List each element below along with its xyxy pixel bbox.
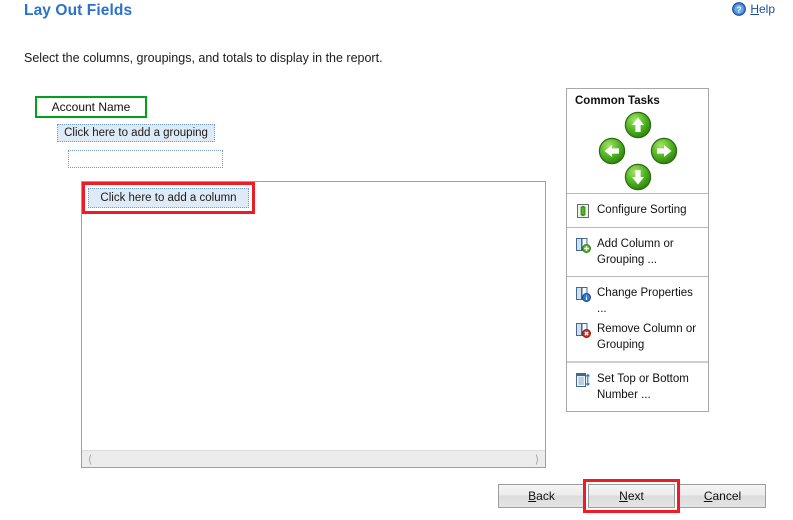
next-rest: ext	[627, 489, 644, 503]
next-button-label: Next	[619, 489, 644, 503]
report-canvas-body[interactable]	[82, 182, 545, 450]
empty-grouping-row[interactable]	[68, 150, 223, 168]
wizard-footer: Back Next Cancel	[0, 474, 793, 520]
next-button[interactable]: Next	[588, 484, 675, 508]
report-layout-designer: ⟨ ⟩ Account Name Click here to add a gro…	[0, 88, 560, 478]
back-button-label: Back	[528, 489, 555, 503]
account-name-highlight-box: Account Name	[35, 96, 147, 118]
move-right-button[interactable]	[650, 137, 678, 165]
add-column-icon	[575, 237, 591, 253]
change-properties-label: Change Properties ...	[597, 287, 693, 315]
help-link-label: Help	[750, 2, 775, 16]
sort-icon	[575, 203, 591, 219]
common-tasks-group-sorting: Configure Sorting	[567, 193, 708, 227]
move-up-button[interactable]	[624, 111, 652, 139]
help-link[interactable]: ? Help	[732, 2, 775, 16]
cancel-button-label: Cancel	[704, 489, 741, 503]
svg-text:i: i	[586, 295, 588, 302]
common-tasks-group-topbottom: Set Top or Bottom Number ...	[567, 361, 708, 411]
move-direction-pad	[567, 109, 708, 193]
add-column-or-grouping-task[interactable]: Add Column or Grouping ...	[573, 234, 702, 270]
cancel-rest: ancel	[712, 489, 742, 503]
add-grouping-placeholder[interactable]: Click here to add a grouping	[57, 124, 215, 142]
svg-text:?: ?	[737, 4, 742, 14]
remove-column-icon	[575, 322, 591, 338]
common-tasks-header: Common Tasks	[575, 95, 660, 107]
help-accel: H	[750, 2, 759, 16]
back-accel: B	[528, 489, 537, 503]
chevron-left-icon[interactable]: ⟨	[82, 451, 98, 467]
add-column-or-grouping-label: Add Column or Grouping ...	[597, 238, 674, 266]
remove-column-or-grouping-label: Remove Column or Grouping	[597, 323, 697, 351]
change-properties-task[interactable]: i Change Properties ...	[573, 283, 702, 319]
next-accel: N	[619, 489, 628, 503]
add-column-highlight-box: Click here to add a column	[82, 182, 255, 214]
cancel-button[interactable]: Cancel	[679, 484, 766, 508]
common-tasks-group-add: Add Column or Grouping ...	[567, 227, 708, 276]
back-button[interactable]: Back	[498, 484, 585, 508]
horizontal-scrollbar[interactable]: ⟨ ⟩	[82, 450, 545, 467]
move-left-button[interactable]	[598, 137, 626, 165]
back-rest: ack	[536, 489, 555, 503]
common-tasks-group-modify: i Change Properties ... Remove Column or…	[567, 276, 708, 361]
configure-sorting-label: Configure Sorting	[597, 204, 687, 216]
top-bottom-icon	[575, 372, 591, 388]
page-title: Lay Out Fields	[24, 2, 133, 19]
help-rest: elp	[758, 2, 775, 16]
add-column-placeholder[interactable]: Click here to add a column	[88, 188, 249, 208]
properties-icon: i	[575, 286, 591, 302]
account-name-field[interactable]: Account Name	[37, 98, 145, 116]
configure-sorting-task[interactable]: Configure Sorting	[573, 200, 702, 221]
common-tasks-panel: Common Tasks Configure Sorting Add Colum…	[566, 88, 709, 412]
report-canvas-panel[interactable]: ⟨ ⟩	[81, 181, 546, 468]
remove-column-or-grouping-task[interactable]: Remove Column or Grouping	[573, 319, 702, 355]
set-top-or-bottom-number-label: Set Top or Bottom Number ...	[597, 373, 689, 401]
set-top-or-bottom-number-task[interactable]: Set Top or Bottom Number ...	[573, 369, 702, 405]
question-mark-circle-icon: ?	[732, 2, 747, 16]
page-subtitle: Select the columns, groupings, and total…	[24, 51, 383, 65]
chevron-right-icon[interactable]: ⟩	[529, 451, 545, 467]
move-down-button[interactable]	[624, 163, 652, 191]
